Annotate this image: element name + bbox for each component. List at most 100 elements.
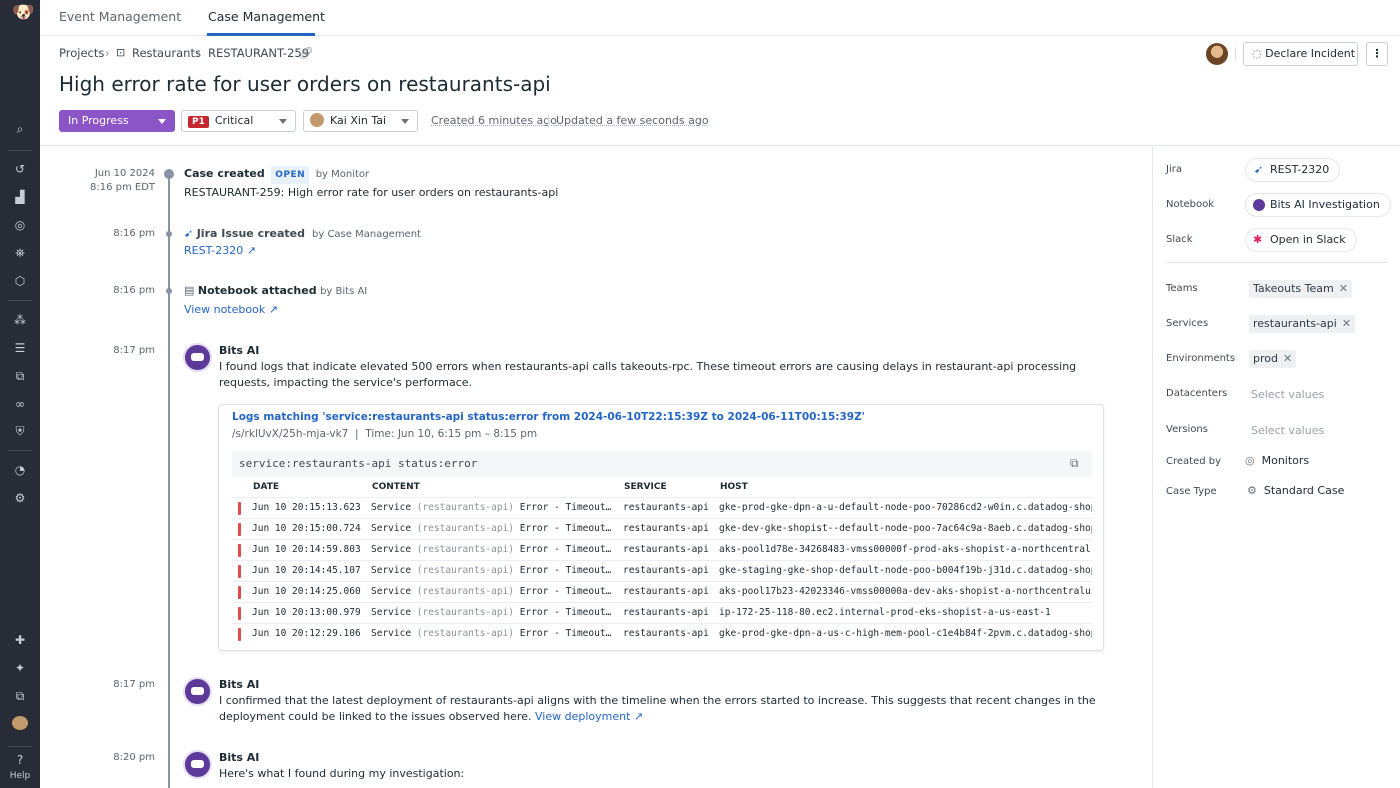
log-content: Service (restaurants-api) Error - Timeou… xyxy=(371,603,615,623)
declare-incident-button[interactable]: ◌ Declare Incident xyxy=(1243,42,1358,66)
event-time: 8:17 pm xyxy=(113,344,155,358)
project-icon: ⊡ xyxy=(116,46,125,59)
log-host: aks-pool17b23-42023346-vmss00000a-dev-ak… xyxy=(719,582,1092,602)
help-label[interactable]: Help xyxy=(0,771,40,781)
jira-label: Jira xyxy=(1166,164,1182,175)
service-mgmt-icon[interactable]: ⚙ xyxy=(12,491,28,505)
tab-event-management[interactable]: Event Management xyxy=(59,9,181,24)
log-service: restaurants-api xyxy=(623,624,709,644)
log-row[interactable]: Jun 10 20:14:45.107 Service (restaurants… xyxy=(232,560,1092,581)
remove-icon[interactable]: ✕ xyxy=(1342,317,1351,330)
dashboards-icon[interactable]: ▟ xyxy=(12,190,28,204)
log-row[interactable]: Jun 10 20:14:25.060 Service (restaurants… xyxy=(232,581,1092,602)
divider xyxy=(1235,47,1236,61)
tab-case-management[interactable]: Case Management xyxy=(208,9,325,24)
log-date: Jun 10 20:14:45.107 xyxy=(252,561,361,581)
copy-icon[interactable]: ⧉ xyxy=(1070,456,1079,471)
jira-issue-link[interactable]: REST-2320 ↗ xyxy=(184,243,256,259)
column-header-host[interactable]: HOST xyxy=(720,482,748,492)
event-date: Jun 10 20248:16 pm EDT xyxy=(90,167,155,195)
teams-label: Teams xyxy=(1166,283,1198,294)
integrations-icon[interactable]: ⬡ xyxy=(12,274,28,288)
shortcuts-icon[interactable]: ⧉ xyxy=(12,689,28,703)
timeline-line xyxy=(168,170,170,788)
log-service: restaurants-api xyxy=(623,582,709,602)
left-nav: 🐶 ⌕ ↺ ▟ ◎ ⛯ ⬡ ⁂ ☰ ⧉ ∞ ⛨ ◔ ⚙ ✚ ✦ ⧉ ? Help xyxy=(0,0,40,788)
created-time: Created 6 minutes ago xyxy=(431,114,557,127)
log-row[interactable]: Jun 10 20:15:13.623 Service (restaurants… xyxy=(232,497,1092,518)
case-type-value: ⚙ Standard Case xyxy=(1247,484,1344,497)
error-status-indicator xyxy=(238,628,241,641)
breadcrumb-projects[interactable]: Projects xyxy=(59,46,104,60)
event-time: 8:17 pm xyxy=(113,678,155,692)
performance-icon[interactable]: ◔ xyxy=(12,463,28,477)
jira-icon: ➹ xyxy=(184,227,193,240)
notebook-icon: ▤ xyxy=(184,284,194,297)
column-header-content[interactable]: CONTENT xyxy=(372,482,420,492)
external-link-icon: ↗ xyxy=(269,303,278,316)
log-row[interactable]: Jun 10 20:12:29.106 Service (restaurants… xyxy=(232,623,1092,644)
view-notebook-link[interactable]: View notebook ↗ xyxy=(184,302,278,318)
case-created-event: Case created OPEN by Monitor xyxy=(184,166,369,184)
assignee-value: Kai Xin Tai xyxy=(330,114,386,127)
log-date: Jun 10 20:15:00.724 xyxy=(252,519,361,539)
message-author: Bits AI xyxy=(219,750,259,766)
status-dropdown[interactable]: In Progress xyxy=(59,110,175,132)
help-icon[interactable]: ? xyxy=(12,753,28,767)
copy-link-icon[interactable]: 🔗︎ xyxy=(299,46,314,60)
search-icon[interactable]: ⌕ xyxy=(12,122,28,136)
breadcrumb-project[interactable]: Restaurants xyxy=(132,46,201,60)
datacenters-select[interactable]: Select values xyxy=(1251,388,1324,401)
notebook-label: Notebook xyxy=(1166,199,1214,210)
log-row[interactable]: Jun 10 20:15:00.724 Service (restaurants… xyxy=(232,518,1092,539)
log-row[interactable]: Jun 10 20:13:00.979 Service (restaurants… xyxy=(232,602,1092,623)
bits-ai-avatar xyxy=(183,750,212,779)
divider xyxy=(8,300,32,301)
view-deployment-link[interactable]: View deployment ↗ xyxy=(535,710,643,723)
jira-icon: ➹ xyxy=(1254,159,1263,181)
remove-icon[interactable]: ✕ xyxy=(1339,282,1348,295)
chevron-right-icon: › xyxy=(105,46,110,60)
network-icon[interactable]: ∞ xyxy=(12,397,28,411)
integrations-puzzle-icon[interactable]: ✚ xyxy=(12,633,28,647)
assignee-avatar xyxy=(310,113,324,127)
monitors-icon[interactable]: ◎ xyxy=(12,218,28,232)
jira-link[interactable]: ➹REST-2320 xyxy=(1245,158,1340,182)
error-status-indicator xyxy=(238,544,241,557)
log-row[interactable]: Jun 10 20:14:59.803 Service (restaurants… xyxy=(232,539,1092,560)
top-tabs: Event Management Case Management xyxy=(40,0,1400,36)
versions-select[interactable]: Select values xyxy=(1251,424,1324,437)
user-avatar[interactable] xyxy=(12,716,28,730)
remove-icon[interactable]: ✕ xyxy=(1283,352,1292,365)
logs-card: Logs matching 'service:restaurants-api s… xyxy=(218,404,1104,651)
watchdog-icon[interactable]: ⛯ xyxy=(12,246,28,260)
versions-label: Versions xyxy=(1166,424,1208,435)
logs-query-link[interactable]: Logs matching 'service:restaurants-api s… xyxy=(232,411,865,423)
assignee-dropdown[interactable]: Kai Xin Tai xyxy=(303,110,418,132)
history-icon[interactable]: ↺ xyxy=(12,162,28,176)
log-date: Jun 10 20:14:59.803 xyxy=(252,540,361,560)
notebook-link[interactable]: Bits AI Investigation xyxy=(1245,193,1391,217)
log-content: Service (restaurants-api) Error - Timeou… xyxy=(371,540,615,560)
more-options-icon[interactable]: ⋮ xyxy=(1366,42,1388,66)
slack-link[interactable]: ✱Open in Slack xyxy=(1245,228,1357,252)
priority-dropdown[interactable]: P1Critical xyxy=(181,110,296,132)
column-header-service[interactable]: SERVICE xyxy=(624,482,667,492)
case-type-label: Case Type xyxy=(1166,486,1217,497)
chevron-down-icon xyxy=(158,119,166,124)
sparkle-icon[interactable]: ✦ xyxy=(12,661,28,675)
log-content: Service (restaurants-api) Error - Timeou… xyxy=(371,582,615,602)
log-host: aks-pool1d78e-34268483-vmss00000f-prod-a… xyxy=(719,540,1092,560)
assignee-avatar[interactable] xyxy=(1206,43,1228,65)
security-icon[interactable]: ⛨ xyxy=(12,424,28,438)
services-label: Services xyxy=(1166,318,1208,329)
apm-icon[interactable]: ⧉ xyxy=(12,369,28,383)
bits-ai-avatar xyxy=(183,677,212,706)
column-header-date[interactable]: DATE xyxy=(253,482,279,492)
log-host: gke-staging-gke-shop-default-node-poo-b0… xyxy=(719,561,1092,581)
logs-icon[interactable]: ☰ xyxy=(12,341,28,355)
bits-ai-avatar xyxy=(183,343,212,372)
datadog-logo-icon[interactable]: 🐶 xyxy=(12,6,28,28)
infrastructure-icon[interactable]: ⁂ xyxy=(12,313,28,327)
log-date: Jun 10 20:12:29.106 xyxy=(252,624,361,644)
